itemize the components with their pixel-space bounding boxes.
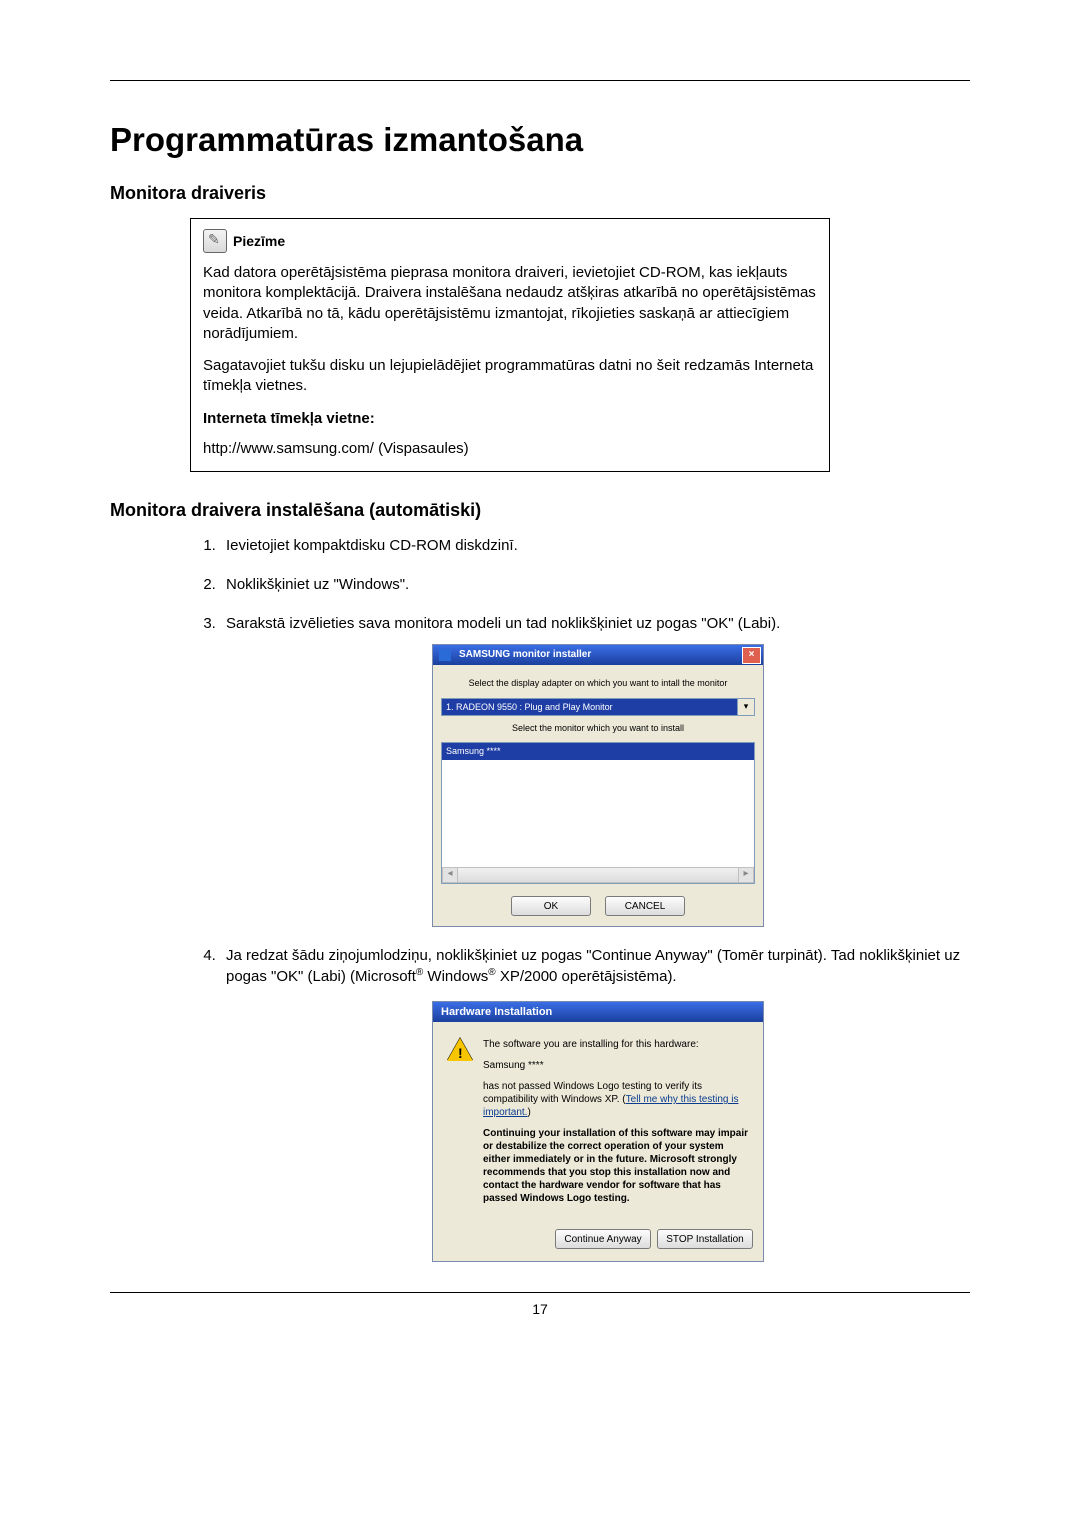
page-title: Programmatūras izmantošana xyxy=(110,121,970,159)
section-auto-install: Monitora draivera instalēšana (automātis… xyxy=(110,500,970,521)
note-site-label: Interneta tīmekļa vietne: xyxy=(203,410,375,427)
step-3: Sarakstā izvēlieties sava monitora model… xyxy=(220,613,970,927)
registered-mark: ® xyxy=(488,967,495,978)
continue-anyway-button[interactable]: Continue Anyway xyxy=(555,1229,651,1249)
hw-line3: has not passed Windows Logo testing to v… xyxy=(483,1080,749,1119)
hw-line2: Samsung **** xyxy=(483,1059,749,1072)
installer-instruction-2: Select the monitor which you want to ins… xyxy=(441,722,755,735)
note-box: Piezīme Kad datora operētājsistēma piepr… xyxy=(190,218,830,472)
cancel-button[interactable]: CANCEL xyxy=(605,896,685,916)
note-paragraph-1: Kad datora operētājsistēma pieprasa moni… xyxy=(203,263,817,344)
adapter-select[interactable]: 1. RADEON 9550 : Plug and Play Monitor ▾ xyxy=(441,698,755,716)
note-paragraph-2: Sagatavojiet tukšu disku un lejupielādēj… xyxy=(203,356,817,397)
step-2: Noklikšķiniet uz "Windows". xyxy=(220,574,970,595)
steps-list: Ievietojiet kompaktdisku CD-ROM diskdzin… xyxy=(200,535,970,1262)
window-icon xyxy=(439,649,451,661)
step-1: Ievietojiet kompaktdisku CD-ROM diskdzin… xyxy=(220,535,970,556)
warning-icon: ! xyxy=(447,1038,473,1064)
hw-line1: The software you are installing for this… xyxy=(483,1038,749,1051)
step-4: Ja redzat šādu ziņojumlodziņu, noklikšķi… xyxy=(220,945,970,1262)
page-number: 17 xyxy=(110,1301,970,1317)
installer-title-text: SAMSUNG monitor installer xyxy=(459,648,591,662)
monitor-listbox[interactable]: Samsung **** ◂ ▸ xyxy=(441,742,755,884)
installer-window: SAMSUNG monitor installer × Select the d… xyxy=(432,644,764,927)
note-label: Piezīme xyxy=(233,233,285,249)
installer-titlebar: SAMSUNG monitor installer × xyxy=(433,645,763,665)
horizontal-scrollbar[interactable]: ◂ ▸ xyxy=(442,867,754,883)
hardware-titlebar: Hardware Installation xyxy=(433,1002,763,1022)
footer-rule xyxy=(110,1292,970,1293)
adapter-selected: 1. RADEON 9550 : Plug and Play Monitor xyxy=(441,698,737,716)
scroll-left-icon[interactable]: ◂ xyxy=(442,867,458,883)
section-monitor-driver: Monitora draiveris xyxy=(110,183,970,204)
chevron-down-icon[interactable]: ▾ xyxy=(737,698,755,716)
monitor-list-item[interactable]: Samsung **** xyxy=(442,743,754,760)
close-icon[interactable]: × xyxy=(742,647,761,664)
stop-installation-button[interactable]: STOP Installation xyxy=(657,1229,753,1249)
header-rule xyxy=(110,80,970,81)
hardware-installation-window: Hardware Installation ! The software you… xyxy=(432,1001,764,1262)
installer-instruction-1: Select the display adapter on which you … xyxy=(441,677,755,690)
hw-warning-bold: Continuing your installation of this sof… xyxy=(483,1127,749,1205)
scroll-right-icon[interactable]: ▸ xyxy=(738,867,754,883)
scroll-track[interactable] xyxy=(458,867,738,883)
ok-button[interactable]: OK xyxy=(511,896,591,916)
note-icon xyxy=(203,229,227,253)
note-url: http://www.samsung.com/ (Vispasaules) xyxy=(203,439,817,459)
